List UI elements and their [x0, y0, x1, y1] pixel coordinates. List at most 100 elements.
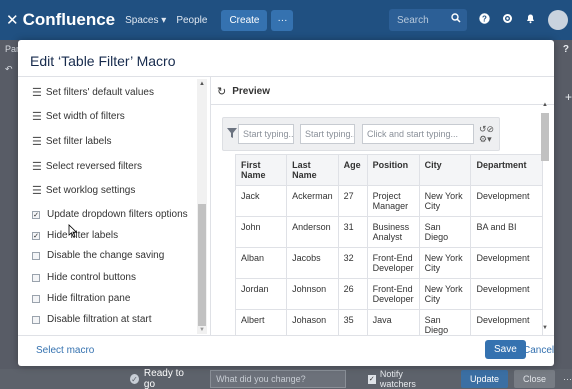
refresh-icon[interactable]: ↻: [217, 85, 226, 98]
background-help-text: ?: [562, 44, 569, 55]
option-hide-filtration-pane[interactable]: Hide filtration pane: [32, 293, 130, 304]
preview-divider: [211, 104, 554, 105]
option-disable-filtration-start[interactable]: Disable filtration at start: [32, 314, 152, 325]
notify-watchers-checkbox[interactable]: ✓ Notify watchers: [367, 369, 435, 389]
cancel-button[interactable]: Cancel: [523, 345, 554, 356]
menu-item-filter-width[interactable]: ☰ Set width of filters: [32, 110, 125, 123]
table-row: Jordan Johnson 26 Front-End Developer Ne…: [235, 278, 543, 310]
table-cell: Ackerman: [286, 185, 339, 217]
options-scrollbar[interactable]: ▲ ▼: [197, 79, 207, 334]
funnel-icon: [227, 128, 237, 141]
option-hide-control-buttons[interactable]: Hide control buttons: [32, 272, 136, 283]
filter-placeholder: Start typing...: [243, 129, 294, 139]
filter-placeholder: Start typing...: [305, 129, 355, 139]
checkbox-unchecked-icon: [32, 273, 40, 282]
reset-icon[interactable]: ↺: [479, 124, 487, 134]
update-button[interactable]: Update: [460, 370, 508, 388]
option-disable-change-saving[interactable]: Disable the change saving: [32, 250, 164, 261]
preview-table: First Name Last Name Age Position City D…: [235, 154, 543, 336]
column-header[interactable]: Age: [337, 154, 368, 186]
clear-icon[interactable]: ⊘: [487, 124, 495, 134]
logo-text: Confluence: [22, 10, 116, 29]
menu-item-worklog-settings[interactable]: ☰ Set worklog settings: [32, 184, 135, 197]
filter-input-third[interactable]: Click and start typing...: [362, 124, 474, 144]
option-label: Hide control buttons: [47, 272, 136, 283]
menu-item-filter-labels[interactable]: ☰ Set filter labels: [32, 135, 111, 148]
menu-item-label: Set width of filters: [45, 111, 125, 122]
create-button[interactable]: Create: [221, 9, 268, 31]
table-cell: BA and BI: [470, 216, 543, 248]
ready-status: ✓ Ready to go: [130, 368, 192, 389]
column-header[interactable]: First Name: [235, 154, 288, 186]
option-update-dropdown[interactable]: ✓ Update dropdown filters options: [32, 209, 188, 220]
check-circle-icon: ✓: [130, 374, 139, 384]
scrollbar-thumb[interactable]: [198, 204, 206, 326]
option-label: Disable the change saving: [47, 250, 165, 261]
macro-dialog: Edit ‘Table Filter’ Macro ☰ Set filters'…: [18, 40, 554, 366]
filter-input-second[interactable]: Start typing...: [300, 124, 355, 144]
scroll-down-arrow-icon[interactable]: ▼: [542, 325, 548, 331]
table-cell: San Diego: [418, 216, 472, 248]
table-cell: Jack: [235, 185, 288, 217]
nav-spaces[interactable]: Spaces ▾: [125, 15, 166, 26]
table-cell: New York City: [418, 278, 472, 310]
column-header[interactable]: Position: [366, 154, 420, 186]
settings-gear-icon[interactable]: [502, 13, 513, 27]
checkbox-checked-icon: ✓: [367, 374, 376, 384]
table-cell: Johnson: [286, 278, 339, 310]
table-cell: Development: [470, 185, 543, 217]
chevron-down-icon[interactable]: ▾: [487, 134, 492, 144]
gear-icon[interactable]: ⚙: [479, 134, 487, 144]
table-cell: Front-End Developer: [366, 278, 420, 310]
table-cell: Business Analyst: [366, 216, 420, 248]
change-comment-input[interactable]: What did you change?: [210, 370, 346, 388]
confluence-logo-icon: ✕: [6, 12, 19, 29]
search-icon: [451, 13, 461, 26]
scroll-down-arrow-icon[interactable]: ▼: [199, 327, 205, 333]
options-panel: ☰ Set filters' default values ☰ Set widt…: [18, 77, 210, 335]
nav-people[interactable]: People: [176, 15, 207, 26]
change-comment-placeholder: What did you change?: [216, 374, 306, 384]
table-cell: Jordan: [235, 278, 288, 310]
help-icon[interactable]: ?: [479, 13, 490, 27]
menu-item-default-values[interactable]: ☰ Set filters' default values: [32, 86, 154, 99]
table-cell: Alban: [235, 247, 288, 279]
more-options-button[interactable]: ···: [563, 374, 572, 384]
notification-bell-icon[interactable]: [525, 13, 536, 27]
option-label: Disable filtration at start: [47, 314, 152, 325]
table-cell: Jacobs: [286, 247, 339, 279]
save-button[interactable]: Save: [485, 340, 526, 359]
preview-scrollbar[interactable]: ▲ ▼: [540, 102, 550, 338]
scroll-up-arrow-icon[interactable]: ▲: [199, 81, 205, 87]
column-header[interactable]: Last Name: [286, 154, 339, 186]
dialog-footer-divider: [18, 335, 554, 336]
column-header[interactable]: City: [418, 154, 472, 186]
select-macro-link[interactable]: Select macro: [36, 345, 94, 356]
option-label: Hide filtration pane: [47, 293, 131, 304]
menu-item-label: Set filters' default values: [45, 87, 154, 98]
table-cell: Albert: [235, 309, 288, 336]
checkbox-unchecked-icon: [32, 251, 40, 260]
table-cell: 31: [337, 216, 368, 248]
confluence-logo[interactable]: ✕ Confluence: [6, 10, 115, 30]
menu-item-label: Set worklog settings: [45, 185, 136, 196]
table-cell: 27: [337, 185, 368, 217]
column-header[interactable]: Department: [470, 154, 543, 186]
table-cell: New York City: [418, 185, 472, 217]
search-input[interactable]: Search: [389, 9, 467, 31]
preview-header[interactable]: ↻ Preview: [217, 85, 270, 98]
hamburger-icon: ☰: [32, 136, 42, 148]
checkbox-unchecked-icon: [32, 315, 40, 324]
dialog-title: Edit ‘Table Filter’ Macro: [30, 53, 176, 69]
option-label: Update dropdown filters options: [47, 209, 188, 220]
more-button[interactable]: ···: [271, 9, 294, 31]
close-button[interactable]: Close: [513, 370, 555, 388]
avatar[interactable]: [548, 10, 568, 30]
checkbox-checked-icon: ✓: [32, 231, 40, 240]
scroll-up-arrow-icon[interactable]: ▲: [542, 102, 548, 108]
filter-input-first[interactable]: Start typing...: [238, 124, 294, 144]
checkbox-unchecked-icon: [32, 294, 40, 303]
menu-item-reversed-filters[interactable]: ☰ Select reversed filters: [32, 160, 142, 173]
scrollbar-thumb[interactable]: [541, 113, 549, 161]
chevron-down-icon: ▾: [161, 14, 167, 26]
